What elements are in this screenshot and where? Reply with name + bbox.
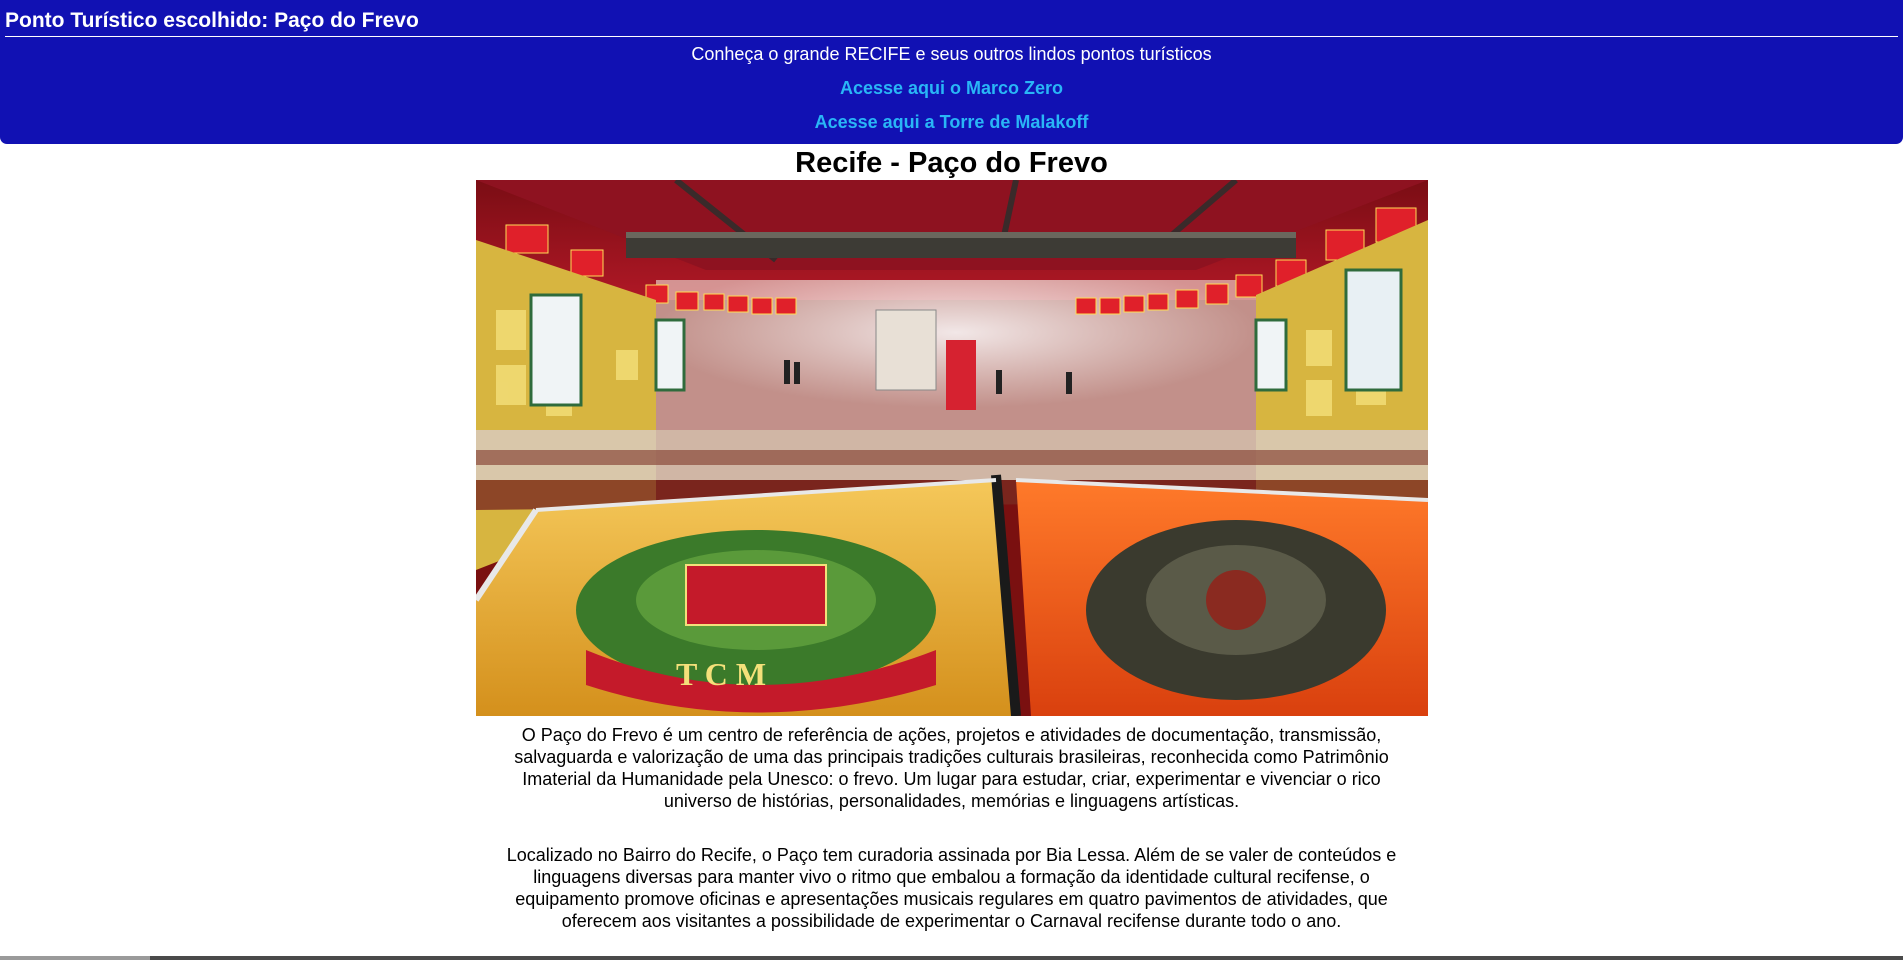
site-header: Ponto Turístico escolhido: Paço do Frevo… [0, 0, 1903, 144]
marco-zero-link[interactable]: Acesse aqui o Marco Zero [0, 77, 1903, 99]
page-heading: Ponto Turístico escolhido: Paço do Frevo [5, 9, 419, 32]
paragraph-text: O Paço do Frevo é um centro de referênci… [514, 725, 1389, 811]
description-paragraph-2: Localizado no Bairro do Recife, o Paço t… [500, 844, 1403, 932]
paragraph-text: Localizado no Bairro do Recife, o Paço t… [506, 845, 1397, 931]
article-title: Recife - Paço do Frevo [795, 147, 1108, 179]
svg-text:T C M: T C M [676, 656, 766, 692]
torre-malakoff-link[interactable]: Acesse aqui a Torre de Malakoff [0, 111, 1903, 133]
scrollbar-thumb[interactable] [0, 956, 150, 960]
paco-do-frevo-photo: T C M [476, 180, 1428, 716]
horizontal-scrollbar[interactable] [0, 956, 1903, 960]
header-subtitle: Conheça o grande RECIFE e seus outros li… [691, 44, 1212, 64]
description-paragraph-1: O Paço do Frevo é um centro de referênci… [500, 724, 1403, 812]
header-divider [5, 36, 1898, 37]
